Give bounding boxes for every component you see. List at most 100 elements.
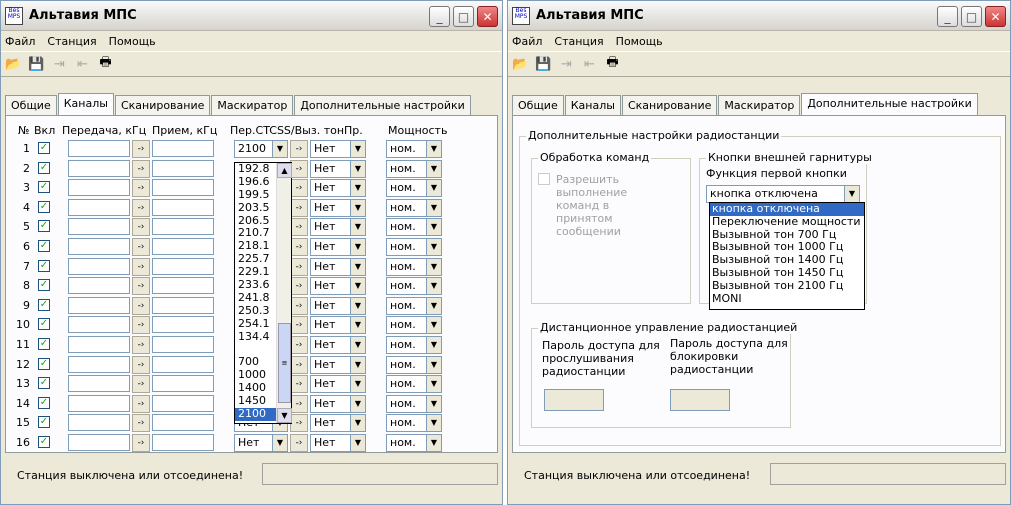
copy-arrow-button[interactable]: -› bbox=[290, 140, 308, 158]
menu-station[interactable]: Станция bbox=[554, 35, 603, 48]
tx-frequency-input[interactable] bbox=[68, 198, 130, 216]
tab-general[interactable]: Общие bbox=[512, 95, 564, 115]
open-folder-icon[interactable]: 📂 bbox=[510, 54, 531, 74]
dropdown-scrollbar[interactable]: ▲ ≡ ▼ bbox=[276, 163, 292, 423]
channel-enabled-checkbox[interactable]: ✓ bbox=[38, 377, 50, 390]
menu-help[interactable]: Помощь bbox=[109, 35, 156, 48]
tx-frequency-input[interactable] bbox=[68, 316, 130, 334]
tab-channels[interactable]: Каналы bbox=[564, 95, 621, 115]
channel-enabled-checkbox[interactable]: ✓ bbox=[38, 338, 50, 350]
rx-frequency-input[interactable] bbox=[152, 198, 214, 216]
tx-frequency-input[interactable] bbox=[68, 355, 130, 373]
channel-enabled-checkbox[interactable]: ✓ bbox=[38, 220, 50, 233]
option-item[interactable]: Вызывной тон 1450 Гц bbox=[710, 266, 864, 280]
copy-arrow-button[interactable]: -› bbox=[290, 257, 308, 276]
tab-scanning[interactable]: Сканирование bbox=[114, 95, 211, 115]
copy-arrow-button[interactable]: -› bbox=[290, 277, 308, 296]
tx-frequency-input[interactable] bbox=[68, 336, 130, 353]
open-folder-icon[interactable]: 📂 bbox=[3, 54, 24, 74]
listen-password-input[interactable] bbox=[544, 389, 604, 411]
pr-select[interactable]: Нет ▼ bbox=[310, 238, 366, 256]
menu-file[interactable]: Файл bbox=[512, 35, 542, 48]
rx-frequency-input[interactable] bbox=[152, 277, 214, 295]
option-item[interactable]: MONI bbox=[710, 292, 864, 306]
channel-enabled-checkbox[interactable]: ✓ bbox=[38, 161, 50, 174]
channel-enabled-checkbox[interactable]: ✓ bbox=[38, 298, 50, 311]
channel-enabled-checkbox[interactable]: ✓ bbox=[38, 357, 50, 370]
copy-arrow-button[interactable]: -› bbox=[132, 336, 150, 354]
copy-arrow-button[interactable]: -› bbox=[290, 238, 308, 256]
power-select[interactable]: ном. ▼ bbox=[386, 277, 442, 296]
rx-frequency-input[interactable] bbox=[152, 296, 214, 314]
ctcss-select[interactable]: Нет▼ bbox=[234, 434, 288, 452]
power-select[interactable]: ном. ▼ bbox=[386, 414, 442, 433]
pr-select[interactable]: Нет ▼ bbox=[310, 316, 366, 335]
power-select[interactable]: ном. ▼ bbox=[386, 355, 442, 374]
allow-commands-checkbox[interactable] bbox=[538, 173, 550, 185]
tab-scrambler[interactable]: Маскиратор bbox=[211, 95, 294, 115]
copy-arrow-button[interactable]: -› bbox=[132, 140, 150, 158]
channel-enabled-checkbox[interactable]: ✓ bbox=[38, 200, 50, 213]
pr-select[interactable]: Нет ▼ bbox=[310, 394, 366, 413]
tx-frequency-input[interactable] bbox=[68, 218, 130, 236]
copy-arrow-button[interactable]: -› bbox=[132, 394, 150, 413]
tab-additional-settings[interactable]: Дополнительные настройки bbox=[801, 93, 978, 115]
rx-frequency-input[interactable] bbox=[152, 140, 214, 157]
channel-enabled-checkbox[interactable]: ✓ bbox=[38, 396, 50, 409]
pr-select[interactable]: Нет ▼ bbox=[310, 218, 366, 237]
title-bar[interactable]: Bes MPS Альтавия МПС _ □ ✕ bbox=[1, 1, 502, 31]
close-button[interactable]: ✕ bbox=[985, 6, 1006, 27]
copy-arrow-button[interactable]: -› bbox=[132, 277, 150, 296]
copy-arrow-button[interactable]: -› bbox=[290, 355, 308, 374]
rx-frequency-input[interactable] bbox=[152, 375, 214, 393]
rx-frequency-input[interactable] bbox=[152, 434, 214, 451]
import-icon[interactable]: ⇥ bbox=[49, 54, 70, 74]
rx-frequency-input[interactable] bbox=[152, 238, 214, 255]
copy-arrow-button[interactable]: -› bbox=[132, 238, 150, 256]
print-icon[interactable]: 🖶 bbox=[95, 54, 116, 74]
copy-arrow-button[interactable]: -› bbox=[290, 336, 308, 354]
pr-select[interactable]: Нет ▼ bbox=[310, 375, 366, 394]
power-select[interactable]: ном. ▼ bbox=[386, 179, 442, 198]
ctcss-select[interactable]: 2100 ▼ bbox=[234, 140, 288, 158]
scroll-up-icon[interactable]: ▲ bbox=[277, 163, 292, 178]
pr-select[interactable]: Нет ▼ bbox=[310, 198, 366, 217]
rx-frequency-input[interactable] bbox=[152, 355, 214, 373]
copy-arrow-button[interactable]: -› bbox=[132, 434, 150, 452]
scroll-thumb[interactable]: ≡ bbox=[278, 323, 291, 403]
rx-frequency-input[interactable] bbox=[152, 394, 214, 412]
tx-frequency-input[interactable] bbox=[68, 434, 130, 451]
power-select[interactable]: ном. ▼ bbox=[386, 316, 442, 335]
copy-arrow-button[interactable]: -› bbox=[132, 355, 150, 374]
pr-select[interactable]: Нет ▼ bbox=[310, 159, 366, 178]
tx-frequency-input[interactable] bbox=[68, 277, 130, 295]
option-item[interactable]: Вызывной тон 2100 Гц bbox=[710, 279, 864, 293]
tx-frequency-input[interactable] bbox=[68, 375, 130, 393]
channel-enabled-checkbox[interactable]: ✓ bbox=[38, 279, 50, 292]
pr-select[interactable]: Нет ▼ bbox=[310, 355, 366, 374]
power-select[interactable]: ном. ▼ bbox=[386, 336, 442, 354]
menu-help[interactable]: Помощь bbox=[616, 35, 663, 48]
pr-select[interactable]: Нет ▼ bbox=[310, 296, 366, 315]
maximize-button[interactable]: □ bbox=[453, 6, 474, 27]
power-select[interactable]: ном. ▼ bbox=[386, 296, 442, 315]
power-select[interactable]: ном. ▼ bbox=[386, 238, 442, 256]
power-select[interactable]: ном. ▼ bbox=[386, 159, 442, 178]
copy-arrow-button[interactable]: -› bbox=[132, 375, 150, 394]
copy-arrow-button[interactable]: -› bbox=[132, 218, 150, 237]
copy-arrow-button[interactable]: -› bbox=[290, 218, 308, 237]
power-select[interactable]: ном. ▼ bbox=[386, 218, 442, 237]
channel-enabled-checkbox[interactable]: ✓ bbox=[38, 318, 50, 331]
rx-frequency-input[interactable] bbox=[152, 218, 214, 236]
channel-enabled-checkbox[interactable]: ✓ bbox=[38, 259, 50, 272]
menu-station[interactable]: Станция bbox=[47, 35, 96, 48]
pr-select[interactable]: Нет ▼ bbox=[310, 414, 366, 433]
rx-frequency-input[interactable] bbox=[152, 179, 214, 197]
pr-select[interactable]: Нет ▼ bbox=[310, 140, 366, 158]
import-icon[interactable]: ⇥ bbox=[556, 54, 577, 74]
pr-select[interactable]: Нет ▼ bbox=[310, 179, 366, 198]
minimize-button[interactable]: _ bbox=[429, 6, 450, 27]
block-password-input[interactable] bbox=[670, 389, 730, 411]
rx-frequency-input[interactable] bbox=[152, 316, 214, 334]
first-button-options-list[interactable]: кнопка отключена Переключение мощности В… bbox=[709, 202, 865, 310]
